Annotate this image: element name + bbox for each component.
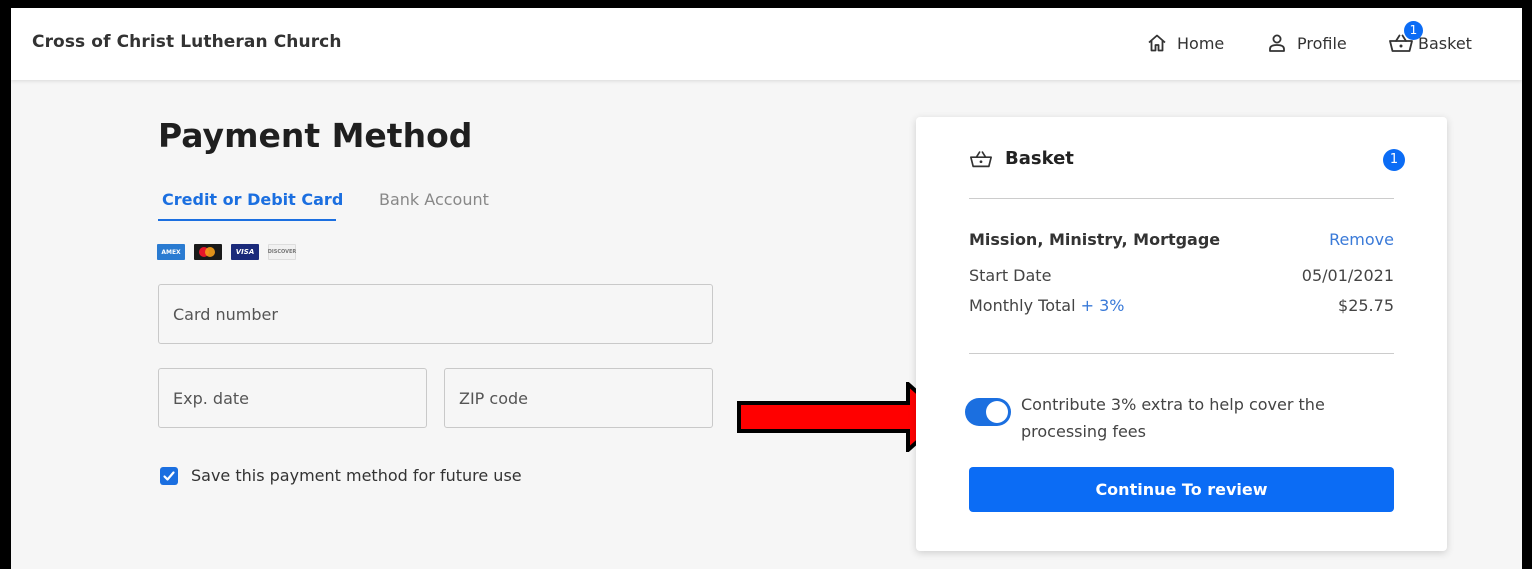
top-nav-bar: Cross of Christ Lutheran Church Home Pro… bbox=[11, 8, 1522, 80]
contribute-fees-toggle[interactable] bbox=[965, 398, 1011, 426]
monthly-total-value: $25.75 bbox=[1338, 296, 1394, 315]
remove-item-link[interactable]: Remove bbox=[1329, 230, 1394, 249]
basket-count-badge: 1 bbox=[1404, 21, 1423, 40]
monthly-total-row: Monthly Total + 3% $25.75 bbox=[969, 296, 1394, 315]
basket-icon bbox=[970, 150, 992, 167]
app-window: Cross of Christ Lutheran Church Home Pro… bbox=[11, 8, 1522, 569]
nav-basket-link[interactable]: 1 Basket bbox=[1388, 21, 1472, 53]
check-icon bbox=[163, 470, 175, 481]
basket-item-name: Mission, Ministry, Mortgage bbox=[969, 230, 1221, 249]
mastercard-icon bbox=[194, 244, 222, 260]
contribute-fees-row: Contribute 3% extra to help cover the pr… bbox=[965, 391, 1341, 445]
start-date-row: Start Date 05/01/2021 bbox=[969, 266, 1394, 285]
toggle-knob bbox=[986, 401, 1008, 423]
page-title: Payment Method bbox=[158, 116, 473, 155]
save-payment-method-row[interactable]: Save this payment method for future use bbox=[160, 466, 522, 485]
basket-summary-card: Basket 1 Mission, Ministry, Mortgage Rem… bbox=[916, 117, 1447, 551]
contribute-fees-label: Contribute 3% extra to help cover the pr… bbox=[1021, 395, 1325, 441]
zip-code-field[interactable]: ZIP code bbox=[444, 368, 713, 428]
church-name: Cross of Christ Lutheran Church bbox=[32, 32, 342, 52]
accepted-cards: AMEX VISA DISCOVER bbox=[157, 244, 296, 260]
divider bbox=[969, 198, 1394, 199]
basket-icon-wrap: 1 bbox=[1388, 21, 1423, 53]
amex-icon: AMEX bbox=[157, 244, 185, 260]
basket-title: Basket bbox=[1005, 148, 1074, 169]
exp-date-field[interactable]: Exp. date bbox=[158, 368, 427, 428]
save-payment-checkbox[interactable] bbox=[160, 466, 178, 485]
user-icon bbox=[1269, 34, 1285, 52]
nav-profile-link[interactable]: Profile bbox=[1267, 33, 1347, 53]
visa-icon: VISA bbox=[231, 244, 259, 260]
divider bbox=[969, 353, 1394, 354]
nav-profile-label: Profile bbox=[1297, 33, 1347, 53]
save-payment-label: Save this payment method for future use bbox=[191, 466, 522, 485]
nav-home-link[interactable]: Home bbox=[1147, 33, 1224, 53]
continue-to-review-button[interactable]: Continue To review bbox=[969, 467, 1394, 512]
processing-fee-indicator: + 3% bbox=[1080, 296, 1125, 315]
nav-basket-label: Basket bbox=[1418, 33, 1472, 53]
discover-icon: DISCOVER bbox=[268, 244, 296, 260]
basket-item-row: Mission, Ministry, Mortgage Remove bbox=[969, 230, 1394, 249]
start-date-value: 05/01/2021 bbox=[1301, 266, 1394, 285]
active-tab-indicator bbox=[158, 219, 336, 221]
basket-count-badge: 1 bbox=[1383, 149, 1405, 171]
card-number-field[interactable]: Card number bbox=[158, 284, 713, 344]
monthly-total-label: Monthly Total bbox=[969, 296, 1076, 315]
monthly-total-label-group: Monthly Total + 3% bbox=[969, 296, 1124, 315]
nav-home-label: Home bbox=[1177, 33, 1225, 53]
basket-card-header: Basket bbox=[969, 148, 1074, 169]
start-date-label: Start Date bbox=[969, 266, 1052, 285]
tab-bank-account[interactable]: Bank Account bbox=[379, 190, 489, 209]
home-icon bbox=[1148, 34, 1166, 52]
tab-credit-debit-card[interactable]: Credit or Debit Card bbox=[162, 190, 343, 209]
